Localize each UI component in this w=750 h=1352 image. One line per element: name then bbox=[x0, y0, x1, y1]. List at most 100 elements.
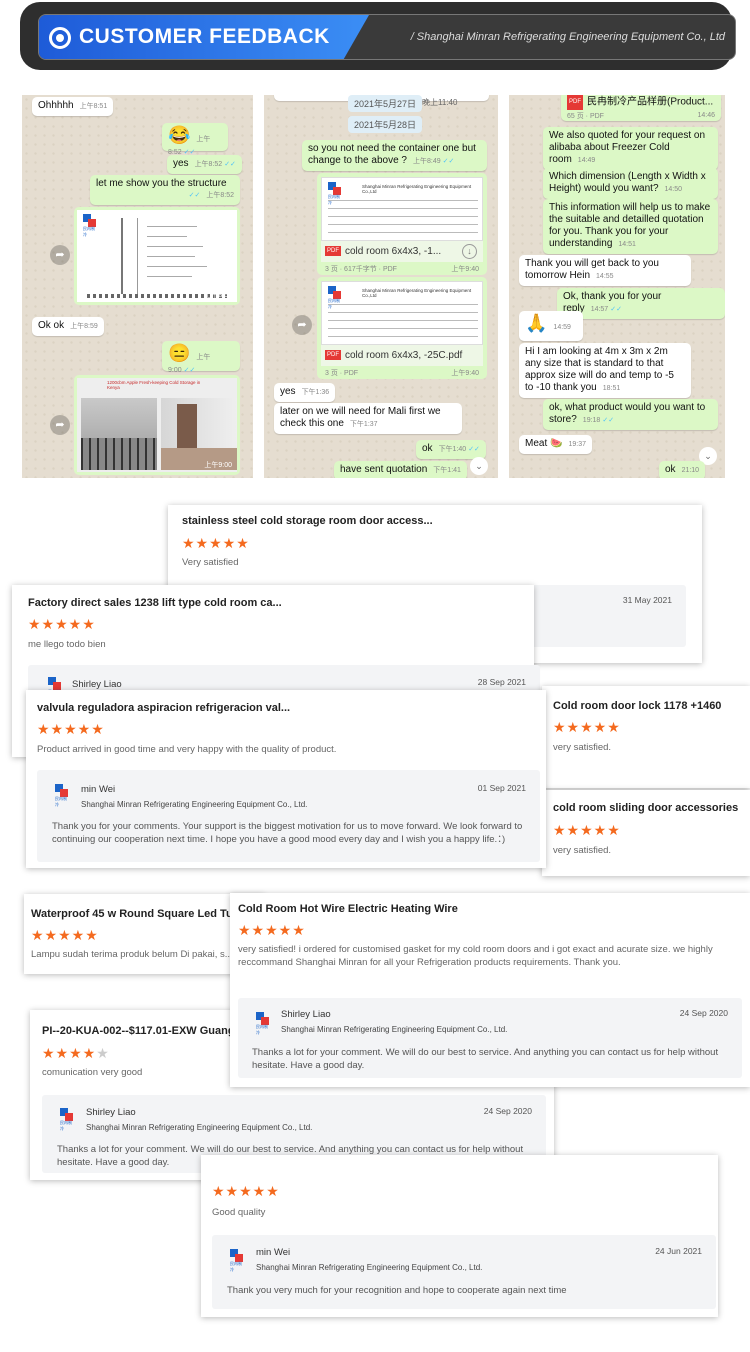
date-chip: 2021年5月27日 bbox=[348, 95, 423, 112]
pdf-thumbnail: 民冉制冷 Shanghai Minran Refrigerating Engin… bbox=[321, 281, 483, 345]
logo-text: 民冉制冷 bbox=[230, 1261, 242, 1272]
reply-company: Shanghai Minran Refrigerating Engineerin… bbox=[281, 1025, 508, 1034]
review-product-title[interactable]: cold room sliding door accessories bbox=[553, 802, 748, 814]
company-logo-icon: 民冉制冷 bbox=[83, 214, 97, 237]
reply-company: Shanghai Minran Refrigerating Engineerin… bbox=[86, 1123, 313, 1132]
chat-message: This information will help us to make th… bbox=[543, 199, 718, 254]
rating-stars: ★★★★★ bbox=[212, 1183, 280, 1199]
rating-stars: ★★★★★ bbox=[553, 719, 621, 735]
review-comment: Lampu sudah terima produk belum Di pakai… bbox=[31, 949, 233, 960]
review-product-title[interactable]: stainless steel cold storage room door a… bbox=[182, 515, 482, 527]
chat-message: Which dimension (Length x Width x Height… bbox=[543, 168, 718, 199]
review-comment: Very satisfied bbox=[182, 557, 239, 568]
review-comment: very satisfied! i ordered for customised… bbox=[238, 944, 713, 968]
forward-icon[interactable]: ➦ bbox=[50, 415, 70, 435]
review-comment: comunication very good bbox=[42, 1067, 143, 1078]
forward-icon[interactable]: ➦ bbox=[292, 315, 312, 335]
company-logo-icon: 民冉制冷 bbox=[328, 286, 342, 309]
company-logo-icon: 民冉制冷 bbox=[256, 1012, 270, 1035]
chat-message: later on we will need for Mali first we … bbox=[274, 403, 462, 434]
pdf-meta: 3 页 · PDF 上午9:40 bbox=[325, 370, 479, 377]
review-card: Cold room door lock 1178 +1460 ★★★★★ ver… bbox=[542, 686, 750, 788]
reply-date: 24 Sep 2020 bbox=[483, 1106, 532, 1116]
header-company: / Shanghai Minran Refrigerating Engineer… bbox=[410, 31, 725, 43]
review-product-title[interactable]: Cold Room Hot Wire Electric Heating Wire bbox=[238, 903, 538, 915]
date-chip: 2021年5月28日 bbox=[348, 116, 423, 133]
seller-reply: 民冉制冷 min Wei Shanghai Minran Refrigerati… bbox=[212, 1235, 716, 1309]
rating-stars: ★★★★★ bbox=[42, 1045, 110, 1061]
company-logo-icon: 民冉制冷 bbox=[55, 784, 69, 807]
review-card: cold room sliding door accessories ★★★★★… bbox=[542, 790, 750, 876]
reply-company: Shanghai Minran Refrigerating Engineerin… bbox=[256, 1263, 483, 1272]
forward-icon[interactable]: ➦ bbox=[50, 245, 70, 265]
review-comment: Product arrived in good time and very ha… bbox=[37, 744, 337, 755]
review-comment: me llego todo bien bbox=[28, 639, 106, 650]
chat-screenshot-3: PDF 民冉制冷产品样册(Product... 65 页 · PDF 14:46 We… bbox=[509, 95, 725, 478]
chat-message: Hi I am looking at 4m x 3m x 2m any size… bbox=[519, 343, 691, 398]
chat-message: 🙏 14:59 bbox=[519, 311, 583, 341]
chat-message: 😂 上午8:52 ✓✓ bbox=[162, 123, 228, 156]
pdf-attachment-1[interactable]: 民冉制冷 Shanghai Minran Refrigerating Engin… bbox=[317, 173, 487, 275]
review-card: ★★★★★ Good quality 民冉制冷 min Wei Shanghai… bbox=[201, 1155, 718, 1317]
message-time: 上午8:53 bbox=[204, 292, 232, 299]
chat-message: Thank you will get back to you tomorrow … bbox=[519, 255, 691, 286]
chat-message: Ok ok 上午8:59 bbox=[32, 317, 104, 336]
reply-company: Shanghai Minran Refrigerating Engineerin… bbox=[81, 800, 308, 809]
header-title-block: CUSTOMER FEEDBACK bbox=[39, 15, 369, 59]
chat-message: Meat 🍉 19:37 bbox=[519, 435, 592, 454]
chat-screenshot-1: Ohhhhh 上午8:51 😂 上午8:52 ✓✓ yes 上午8:52 ✓✓ let m… bbox=[22, 95, 253, 478]
review-card: valvula reguladora aspiracion refrigerac… bbox=[26, 690, 546, 868]
page-title: CUSTOMER FEEDBACK bbox=[79, 25, 330, 48]
reply-text: Thanks a lot for your comment. We will d… bbox=[252, 1047, 719, 1071]
chat-image-coldstorage[interactable]: 1200cbm Apple Fresh-keeping Cold Storage… bbox=[74, 375, 240, 475]
rating-stars: ★★★★★ bbox=[28, 616, 96, 632]
reply-author: min Wei bbox=[81, 784, 116, 795]
chat-image-structure[interactable]: 民冉制冷 上午8:53 bbox=[74, 207, 240, 305]
logo-text: 民冉制冷 bbox=[256, 1024, 268, 1035]
download-icon[interactable]: ↓ bbox=[462, 244, 477, 259]
chat-message: let me show you the structure 上午8:52 ✓✓ bbox=[90, 175, 240, 205]
pdf-thumb-company: Shanghai Minran Refrigerating Engineerin… bbox=[362, 288, 472, 298]
seller-reply: 民冉制冷 min Wei Shanghai Minran Refrigerati… bbox=[37, 770, 540, 862]
review-product-title[interactable]: valvula reguladora aspiracion refrigerac… bbox=[37, 702, 337, 714]
target-icon bbox=[49, 27, 71, 49]
rating-stars: ★★★★★ bbox=[238, 922, 306, 938]
reply-author: Shirley Liao bbox=[72, 679, 122, 690]
review-product-title[interactable]: Waterproof 45 w Round Square Led Tub... bbox=[31, 908, 261, 920]
chat-message: We also quoted for your request on aliba… bbox=[543, 127, 718, 170]
company-logo-icon: 民冉制冷 bbox=[230, 1249, 244, 1272]
scroll-down-icon[interactable]: ⌄ bbox=[470, 457, 488, 475]
pdf-icon: PDF bbox=[325, 350, 341, 361]
chat-message: Ohhhhh 上午8:51 bbox=[32, 97, 114, 116]
company-logo-icon: 民冉制冷 bbox=[60, 1108, 74, 1131]
review-product-title[interactable]: Cold room door lock 1178 +1460 bbox=[553, 700, 748, 712]
review-comment: Good quality bbox=[212, 1207, 266, 1218]
pdf-meta: 3 页 · 617千字节 · PDF 上午9:40 bbox=[325, 266, 479, 273]
reply-date: 01 Sep 2021 bbox=[477, 783, 526, 793]
reply-text: Thank you very much for your recognition… bbox=[227, 1285, 567, 1296]
chat-message: ok 下午1:40 ✓✓ bbox=[416, 440, 486, 459]
logo-text: 民冉制冷 bbox=[60, 1120, 72, 1131]
pdf-attachment-2[interactable]: 民冉制冷 Shanghai Minran Refrigerating Engin… bbox=[317, 277, 487, 379]
reply-author: Shirley Liao bbox=[281, 1009, 331, 1020]
reply-author: Shirley Liao bbox=[86, 1107, 136, 1118]
pdf-icon: PDF bbox=[567, 95, 583, 110]
chat-message: ok, what product would you want to store… bbox=[543, 399, 718, 430]
review-product-title[interactable]: PI--20-KUA-002--$117.01-EXW Guangzhou... bbox=[42, 1025, 242, 1037]
header-banner: CUSTOMER FEEDBACK / Shanghai Minran Refr… bbox=[20, 2, 736, 70]
reply-date: 28 Sep 2021 bbox=[477, 677, 526, 687]
reply-author: min Wei bbox=[256, 1247, 291, 1258]
reply-date: 24 Jun 2021 bbox=[655, 1246, 702, 1256]
reply-date: 24 Sep 2020 bbox=[679, 1008, 728, 1018]
review-product-title[interactable]: Factory direct sales 1238 lift type cold… bbox=[28, 597, 328, 609]
review-card: Cold Room Hot Wire Electric Heating Wire… bbox=[230, 893, 750, 1087]
seller-reply: 民冉制冷 Shirley Liao Shanghai Minran Refrig… bbox=[238, 998, 742, 1078]
chat-message: have sent quotation 下午1:41 bbox=[334, 461, 467, 478]
pdf-file-row: PDF cold room 6x4x3, -25C.pdf bbox=[321, 345, 483, 366]
reply-date: 31 May 2021 bbox=[622, 595, 672, 605]
pdf-icon: PDF bbox=[325, 246, 341, 257]
pdf-thumbnail: 民冉制冷 Shanghai Minran Refrigerating Engin… bbox=[321, 177, 483, 241]
pdf-attachment-3[interactable]: PDF 民冉制冷产品样册(Product... 65 页 · PDF 14:46 bbox=[561, 95, 721, 121]
chat-message: ok 21:10 bbox=[659, 461, 706, 478]
rating-stars: ★★★★★ bbox=[182, 535, 250, 551]
